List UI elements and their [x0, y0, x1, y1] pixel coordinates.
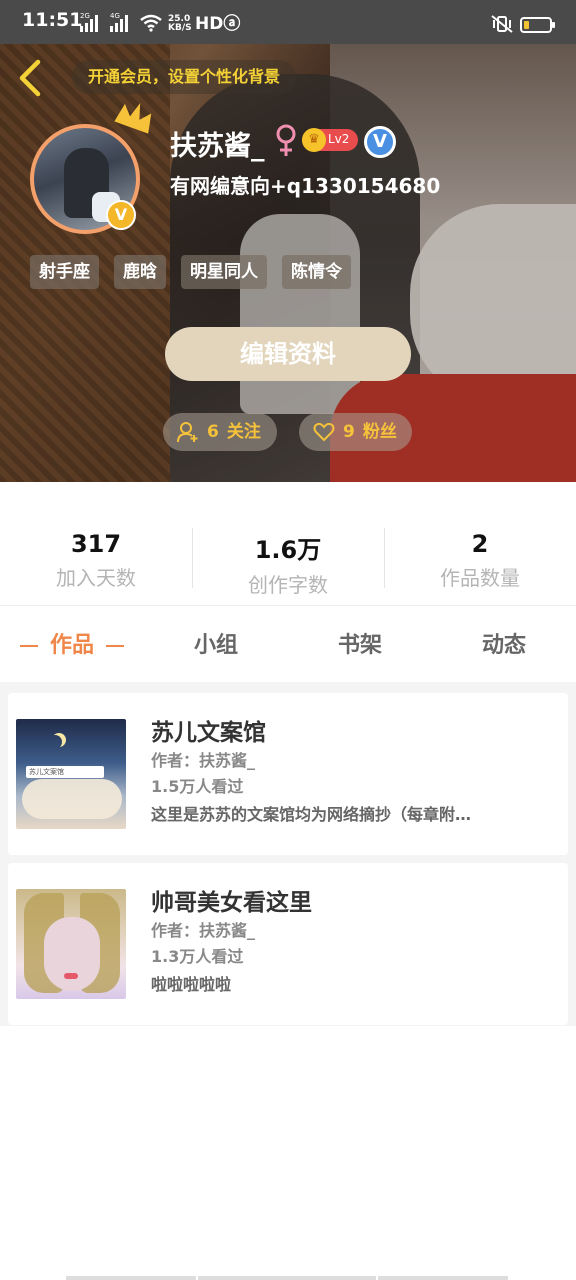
work-author: 作者：扶苏酱_ [151, 921, 256, 940]
list-item[interactable]: 苏儿文案馆 苏儿文案馆 作者：扶苏酱_ 1.5万人看过 这里是苏苏的文案馆均为网… [8, 693, 568, 855]
work-views: 1.5万人看过 [151, 777, 244, 796]
add-user-icon [177, 422, 198, 443]
stat-join-days: 317 加入天数 [0, 520, 192, 600]
status-time: 11:51 [22, 9, 83, 31]
username: 扶苏酱_ [170, 131, 265, 162]
vibrate-mute-icon [491, 15, 513, 33]
book-cover-image[interactable] [16, 889, 126, 999]
stat-value: 317 [70, 530, 122, 558]
edit-profile-button[interactable]: 编辑资料 [165, 327, 411, 381]
profile-tabs: 作品 小组 书架 动态 [0, 620, 576, 672]
tab-activity[interactable]: 动态 [432, 620, 576, 672]
following-count: 6 [207, 422, 219, 442]
tab-bookshelf[interactable]: 书架 [288, 620, 432, 672]
work-views: 1.3万人看过 [151, 947, 244, 966]
stat-value: 2 [471, 530, 489, 558]
level-badge: ♛ Lv2 [302, 128, 358, 152]
stat-works-count: 2 作品数量 [384, 520, 576, 600]
level-label: Lv2 [328, 132, 350, 146]
wifi-icon [140, 14, 162, 32]
bio-text: 有网编意向+q1330154680 [170, 174, 441, 198]
tab-works[interactable]: 作品 [0, 620, 144, 672]
stat-word-count: 1.6万 创作字数 [192, 520, 384, 600]
stat-label: 创作字数 [248, 573, 328, 597]
battery-icon [520, 17, 555, 33]
signal-1-icon [80, 14, 98, 32]
interest-tags: 射手座 鹿晗 明星同人 陈情令 [30, 255, 351, 289]
nav-bar-segment [66, 1276, 196, 1280]
female-icon [276, 124, 296, 156]
nav-bar-segment [198, 1276, 376, 1280]
status-bar: 11:51 2G 4G 25.0 KB/S HDⓐ [0, 0, 576, 44]
stat-label: 加入天数 [56, 566, 136, 590]
tag[interactable]: 明星同人 [181, 255, 267, 289]
avatar-verified-badge: V [106, 200, 136, 230]
fans-label: 粉丝 [362, 422, 397, 442]
heart-icon [313, 422, 335, 442]
verified-icon: V [364, 126, 396, 158]
tab-groups[interactable]: 小组 [144, 620, 288, 672]
tag[interactable]: 陈情令 [282, 255, 351, 289]
profile-stats: 317 加入天数 1.6万 创作字数 2 作品数量 [0, 520, 576, 600]
back-arrow-icon[interactable] [14, 58, 48, 98]
list-item[interactable]: 帅哥美女看这里 作者：扶苏酱_ 1.3万人看过 啦啦啦啦啦 [8, 863, 568, 1025]
fans-button[interactable]: 9 粉丝 [299, 413, 412, 451]
cover-text: 苏儿文案馆 [26, 766, 104, 778]
stat-label: 作品数量 [440, 566, 520, 590]
work-description: 啦啦啦啦啦 [151, 975, 232, 994]
speed-unit: KB/S [168, 23, 192, 33]
crown-icon [114, 103, 152, 134]
book-cover-image[interactable]: 苏儿文案馆 [16, 719, 126, 829]
tab-label: 作品 [49, 633, 94, 658]
divider [0, 605, 576, 606]
work-author: 作者：扶苏酱_ [151, 751, 256, 770]
stat-value: 1.6万 [254, 536, 322, 564]
following-label: 关注 [226, 422, 261, 442]
vip-background-banner[interactable]: 开通会员，设置个性化背景 [72, 60, 297, 94]
level-crown-icon: ♛ [302, 128, 326, 152]
following-button[interactable]: 6 关注 [163, 413, 277, 451]
hd-label: HDⓐ [195, 14, 241, 34]
signal-2-icon [110, 14, 128, 32]
work-title: 帅哥美女看这里 [151, 890, 312, 916]
nav-bar-segment [378, 1276, 508, 1280]
tag[interactable]: 射手座 [30, 255, 99, 289]
work-title: 苏儿文案馆 [151, 720, 266, 746]
fans-count: 9 [343, 422, 355, 442]
network-speed: 25.0 KB/S [168, 15, 192, 33]
work-description: 这里是苏苏的文案馆均为网络摘抄（每章附… [151, 805, 472, 824]
tag[interactable]: 鹿晗 [114, 255, 166, 289]
